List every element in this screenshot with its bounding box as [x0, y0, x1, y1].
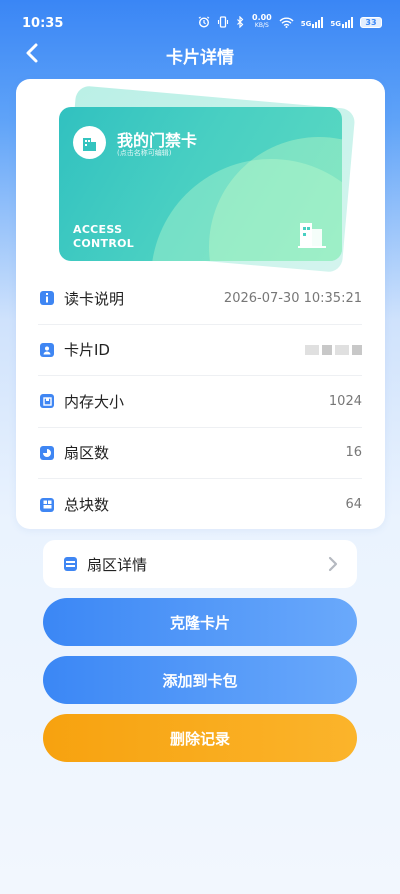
wifi-icon: [279, 17, 294, 28]
read-time-value: 2026-07-30 10:35:21: [223, 290, 362, 306]
sector-details-item[interactable]: 扇区详情: [43, 540, 357, 588]
status-time: 10:35: [22, 16, 64, 31]
clone-card-button[interactable]: 克隆卡片: [43, 598, 357, 646]
card-detail-panel: 我的门禁卡 (点击名称可编辑) ACCESS CONTROL 读卡说明 2026…: [16, 79, 385, 529]
id-card-icon: [40, 342, 54, 357]
info-row-memory: 内存大小 1024: [38, 376, 362, 428]
info-row-read: 读卡说明 2026-07-30 10:35:21: [38, 273, 362, 325]
sector-details-label: 扇区详情: [87, 555, 148, 574]
sector-count-label: 扇区数: [64, 444, 110, 463]
read-label: 读卡说明: [64, 289, 125, 308]
sector-count-value: 16: [345, 445, 362, 461]
memory-value: 1024: [328, 393, 362, 409]
card-type-tag: ACCESS CONTROL: [73, 223, 135, 250]
memory-label: 内存大小: [64, 392, 125, 411]
net-speed: 0.00 KB/S: [252, 13, 272, 30]
bluetooth-icon: [237, 16, 244, 28]
card-info-list: 读卡说明 2026-07-30 10:35:21 卡片ID 内存大小 1024 …: [38, 273, 362, 531]
nav-bar: 卡片详情: [0, 36, 400, 70]
card-id-value-masked: [305, 344, 362, 355]
grid-icon: [40, 497, 54, 512]
block-count-value: 64: [345, 497, 362, 513]
status-icons: 0.00 KB/S 5G 5G 33: [198, 14, 382, 30]
sector-list-icon: [64, 557, 77, 571]
info-row-sectors: 扇区数 16: [38, 428, 362, 479]
signal-5g-2-icon: 5G: [330, 16, 353, 28]
card-name-hint: (点击名称可编辑): [117, 149, 172, 157]
info-row-blocks: 总块数 64: [38, 479, 362, 531]
add-to-wallet-button[interactable]: 添加到卡包: [43, 656, 357, 704]
card-id-label: 卡片ID: [64, 341, 110, 360]
block-count-label: 总块数: [64, 496, 110, 515]
card-building-logo: [73, 126, 106, 159]
info-row-card-id: 卡片ID: [38, 325, 362, 376]
vibrate-icon: [217, 16, 229, 28]
card-building-icon: [298, 223, 326, 248]
delete-record-button[interactable]: 删除记录: [43, 714, 357, 762]
pie-chart-icon: [40, 445, 54, 460]
battery-icon: 33: [360, 16, 382, 28]
access-card-visual: 我的门禁卡 (点击名称可编辑) ACCESS CONTROL: [59, 85, 356, 273]
building-icon: [82, 137, 96, 151]
chevron-right-icon: [328, 556, 338, 572]
page-title: 卡片详情: [166, 48, 234, 68]
info-icon: [40, 291, 54, 306]
access-card[interactable]: 我的门禁卡 (点击名称可编辑) ACCESS CONTROL: [59, 107, 342, 261]
alarm-icon: [198, 16, 210, 28]
storage-icon: [40, 394, 54, 409]
signal-5g-icon: 5G: [301, 16, 324, 28]
